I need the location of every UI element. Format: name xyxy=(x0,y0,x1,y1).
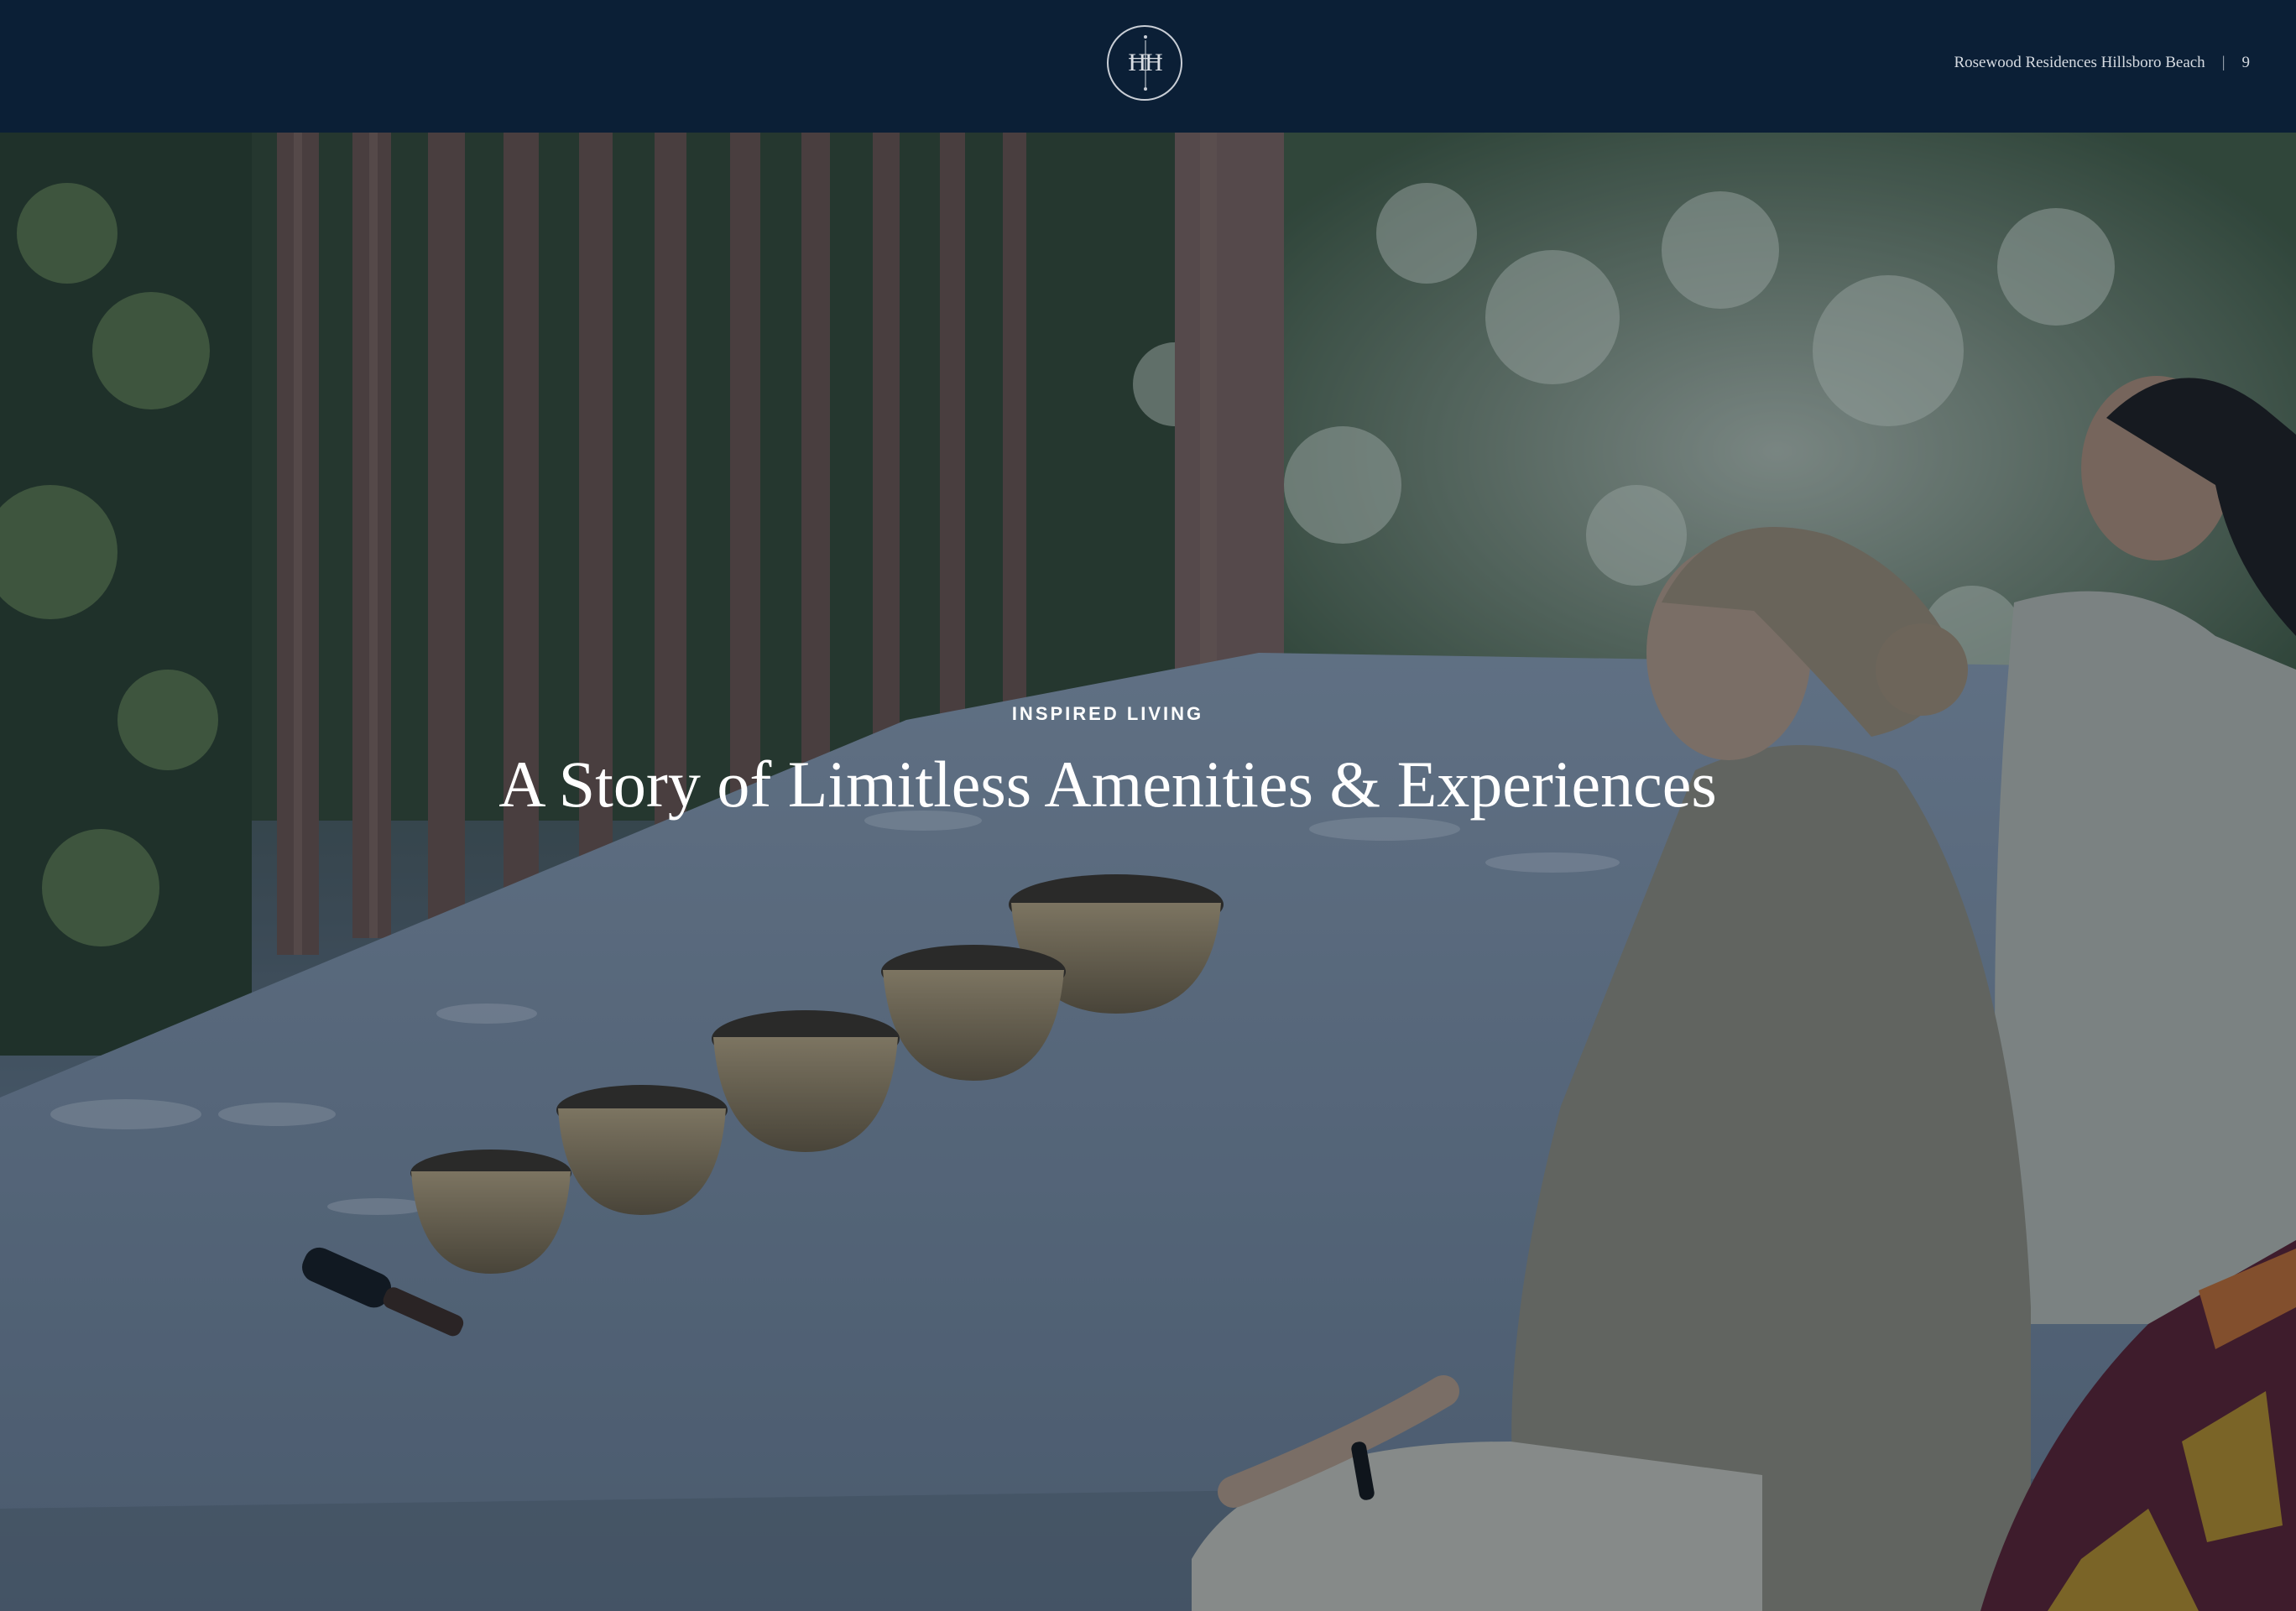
dark-overlay xyxy=(0,133,2296,1611)
header-meta: Rosewood Residences Hillsboro Beach | 9 xyxy=(1954,54,2250,72)
hero-photo xyxy=(0,133,2296,1611)
header-bar: ĦĦ Rosewood Residences Hillsboro Beach |… xyxy=(0,0,2296,133)
monogram-logo: ĦĦ xyxy=(1107,25,1182,101)
page-number: 9 xyxy=(2241,54,2251,71)
header-separator: | xyxy=(2221,54,2226,71)
brochure-page: ĦĦ Rosewood Residences Hillsboro Beach |… xyxy=(0,0,2296,1611)
page-headline: A Story of Limitless Amenities & Experie… xyxy=(498,748,1717,821)
publication-title: Rosewood Residences Hillsboro Beach xyxy=(1954,54,2205,71)
section-eyebrow: INSPIRED LIVING xyxy=(1011,703,1204,724)
